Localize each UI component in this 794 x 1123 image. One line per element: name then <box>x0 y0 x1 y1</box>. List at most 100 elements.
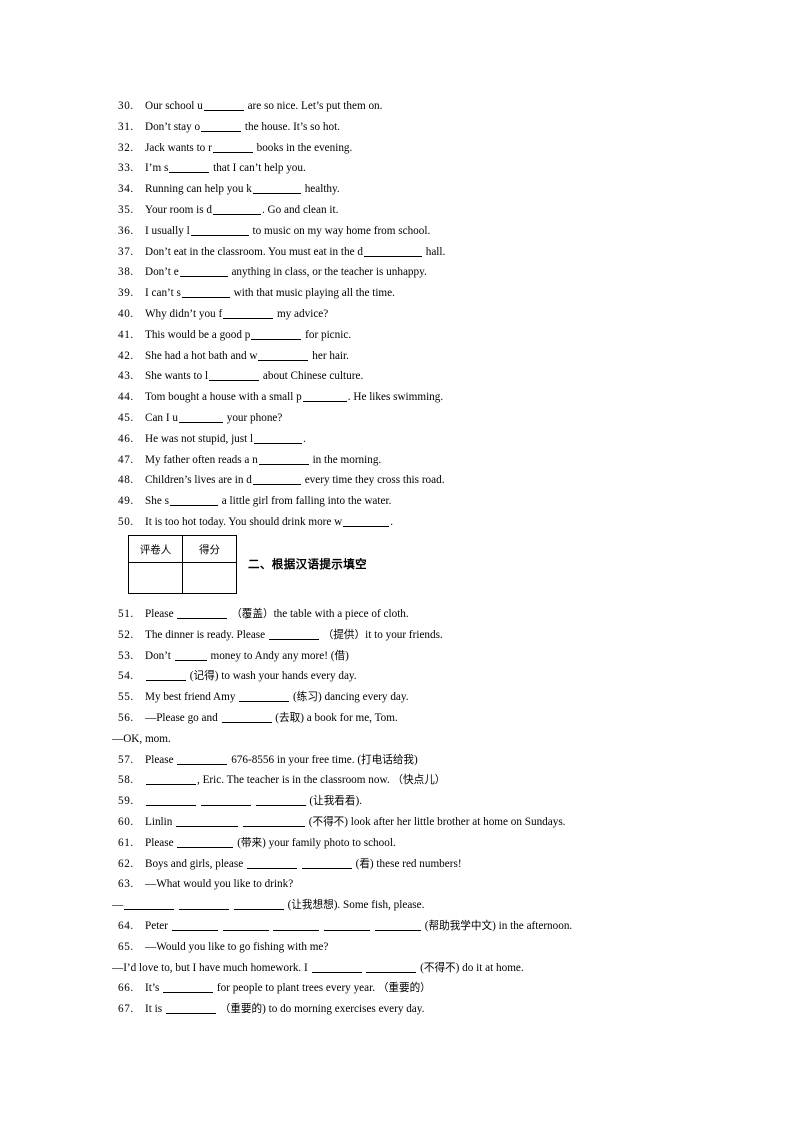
table-row-header: 评卷人 得分 <box>128 535 237 563</box>
text-run: — <box>112 899 124 912</box>
answer-blank[interactable] <box>311 961 362 973</box>
grader-value-reviewer[interactable] <box>128 562 183 594</box>
question-text: —Would you like to go fishing with me? <box>145 937 328 958</box>
question-text: Linlin (不得不) look after her little broth… <box>145 812 565 833</box>
section-one-item-45: 45. Can I u your phone? <box>112 408 692 429</box>
answer-blank[interactable] <box>252 182 301 195</box>
text-run: (让我想想). Some fish, please. <box>284 899 425 912</box>
answer-blank[interactable] <box>239 690 290 703</box>
answer-blank[interactable] <box>212 141 253 153</box>
cjk-hint: （提供） <box>322 628 366 641</box>
section-one-item-46: 46. He was not stupid, just l. <box>112 429 692 450</box>
answer-blank[interactable] <box>179 265 228 278</box>
answer-blank[interactable] <box>246 857 297 869</box>
question-text: (记得) to wash your hands every day. <box>145 666 357 687</box>
section-one-item-43: 43. She wants to l about Chinese culture. <box>112 366 692 387</box>
grader-value-score[interactable] <box>182 562 237 594</box>
answer-blank[interactable] <box>255 794 306 807</box>
answer-blank[interactable] <box>252 473 301 486</box>
answer-blank[interactable] <box>124 898 175 911</box>
question-number: 58. <box>118 774 134 787</box>
question-text: It is （重要的) to do morning exercises ever… <box>145 999 424 1020</box>
answer-blank[interactable] <box>242 815 305 827</box>
answer-blank[interactable] <box>221 711 272 723</box>
answer-blank[interactable] <box>233 898 284 911</box>
section-one-item-35: 35. Your room is d . Go and clean it. <box>112 200 692 221</box>
answer-blank[interactable] <box>223 307 274 319</box>
text-run: Don’t <box>145 649 174 662</box>
cjk-hint: 借 <box>334 649 346 662</box>
answer-blank[interactable] <box>178 898 229 911</box>
answer-blank[interactable] <box>254 432 303 444</box>
answer-blank[interactable] <box>251 328 302 340</box>
answer-blank[interactable] <box>222 919 269 931</box>
text-run: a little girl from falling into the wate… <box>218 495 392 508</box>
cjk-hint: 打电话给我 <box>361 753 415 766</box>
text-run: in the morning. <box>309 453 382 466</box>
answer-blank[interactable] <box>171 919 218 931</box>
answer-blank[interactable] <box>273 919 320 931</box>
text-run: your phone? <box>223 411 283 424</box>
answer-blank[interactable] <box>177 753 228 765</box>
answer-blank[interactable] <box>169 161 210 174</box>
question-number: 39. <box>118 287 134 300</box>
question-number: 43. <box>118 370 134 383</box>
text-run: —What would you like to drink? <box>145 878 294 891</box>
text-run: (带来) your family photo to school. <box>234 836 396 849</box>
text-run: Tom bought a house with a small p <box>145 391 302 404</box>
grader-header-score: 得分 <box>182 535 237 563</box>
answer-blank[interactable] <box>212 203 261 215</box>
answer-blank[interactable] <box>301 857 352 869</box>
answer-blank[interactable] <box>258 453 309 465</box>
section-two-item-67: 67. It is （重要的) to do morning exercises e… <box>112 999 692 1020</box>
answer-blank[interactable] <box>169 494 218 507</box>
section-one-questions: 30. Our school u are so nice. Let’s put t… <box>112 96 692 533</box>
answer-blank[interactable] <box>163 981 214 994</box>
answer-blank[interactable] <box>146 794 196 807</box>
answer-blank[interactable] <box>209 369 260 382</box>
section-two-item-56: 56. —Please go and (去取) a book for me, To… <box>112 708 692 729</box>
answer-blank[interactable] <box>174 649 207 661</box>
cjk-hint: 让我想想 <box>291 899 334 912</box>
answer-blank[interactable] <box>201 120 242 132</box>
section-two-item-58: 58. , Eric. The teacher is in the classro… <box>112 770 692 791</box>
answer-blank[interactable] <box>181 286 230 299</box>
answer-blank[interactable] <box>177 836 234 848</box>
answer-blank[interactable] <box>324 919 371 931</box>
section-one-item-31: 31. Don’t stay o the house. It’s so hot. <box>112 117 692 138</box>
answer-blank[interactable] <box>363 245 422 257</box>
question-number: 35. <box>118 203 134 216</box>
answer-blank[interactable] <box>343 515 390 527</box>
section-one-item-33: 33. I’m s that I can’t help you. <box>112 158 692 179</box>
document-page: 30. Our school u are so nice. Let’s put t… <box>0 0 794 1123</box>
text-run: . <box>390 515 394 528</box>
question-number: 53. <box>118 649 134 662</box>
section-one-item-40: 40. Why didn’t you f my advice? <box>112 304 692 325</box>
answer-blank[interactable] <box>165 1002 216 1015</box>
answer-blank[interactable] <box>268 628 319 640</box>
answer-blank[interactable] <box>366 961 417 973</box>
answer-blank[interactable] <box>258 349 309 361</box>
question-text: She had a hot bath and w her hair. <box>145 346 349 367</box>
cjk-hint: 记得 <box>193 670 215 683</box>
text-run: (让我看看). <box>306 795 363 808</box>
answer-blank[interactable] <box>176 815 239 827</box>
text-run <box>270 920 273 932</box>
answer-blank[interactable] <box>200 794 251 807</box>
text-run: Our school u <box>145 100 203 112</box>
section-one-item-42: 42. She had a hot bath and w her hair. <box>112 346 692 367</box>
answer-blank[interactable] <box>374 919 421 931</box>
text-run <box>298 858 301 870</box>
table-row-values <box>128 562 237 594</box>
text-run: Please <box>145 753 177 766</box>
cjk-hint: （重要的） <box>377 982 431 995</box>
answer-blank[interactable] <box>190 224 249 236</box>
answer-blank[interactable] <box>146 773 196 786</box>
answer-blank[interactable] <box>146 669 186 682</box>
text-run: Boys and girls, please <box>145 857 246 870</box>
cjk-hint: 看 <box>359 857 370 870</box>
answer-blank[interactable] <box>203 99 244 111</box>
answer-blank[interactable] <box>178 411 223 423</box>
answer-blank[interactable] <box>302 390 347 403</box>
answer-blank[interactable] <box>177 607 228 619</box>
